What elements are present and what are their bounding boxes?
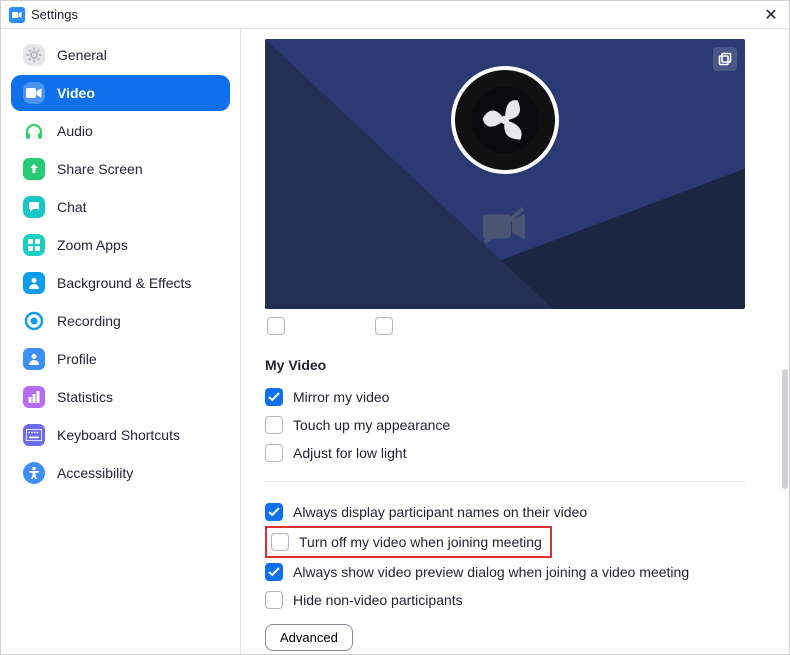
sidebar-item-keyboard-shortcuts[interactable]: Keyboard Shortcuts	[11, 417, 230, 453]
option-preview-dialog[interactable]: Always show video preview dialog when jo…	[265, 558, 761, 586]
option-hide-nonvideo[interactable]: Hide non-video participants	[265, 586, 761, 614]
gear-icon	[23, 44, 45, 66]
option-label: Turn off my video when joining meeting	[299, 534, 542, 550]
checkbox[interactable]	[265, 563, 283, 581]
record-icon	[23, 310, 45, 332]
divider	[265, 481, 745, 482]
sidebar-item-label: Audio	[57, 123, 93, 139]
checkbox[interactable]	[265, 444, 283, 462]
option-label: Hide non-video participants	[293, 592, 463, 608]
sidebar-item-label: Profile	[57, 351, 97, 367]
checkbox[interactable]	[271, 533, 289, 551]
checkbox[interactable]	[265, 416, 283, 434]
sidebar-item-audio[interactable]: Audio	[11, 113, 230, 149]
video-settings-panel: My Video Mirror my video Touch up my app…	[241, 29, 789, 654]
option-label: Always show video preview dialog when jo…	[293, 564, 689, 580]
keyboard-icon	[23, 424, 45, 446]
sidebar-item-label: Zoom Apps	[57, 237, 128, 253]
option-label: Adjust for low light	[293, 445, 407, 461]
option-mirror-video[interactable]: Mirror my video	[265, 383, 761, 411]
sidebar-item-profile[interactable]: Profile	[11, 341, 230, 377]
checkbox[interactable]	[265, 388, 283, 406]
option-turn-off-video[interactable]: Turn off my video when joining meeting	[269, 530, 544, 554]
sidebar-item-label: Statistics	[57, 389, 113, 405]
person-icon	[23, 272, 45, 294]
sidebar-item-statistics[interactable]: Statistics	[11, 379, 230, 415]
sidebar-item-recording[interactable]: Recording	[11, 303, 230, 339]
sidebar-item-video[interactable]: Video	[11, 75, 230, 111]
sidebar-item-label: Recording	[57, 313, 121, 329]
share-icon	[23, 158, 45, 180]
sidebar-item-accessibility[interactable]: Accessibility	[11, 455, 230, 491]
sidebar-item-label: Keyboard Shortcuts	[57, 427, 180, 443]
option-label: Touch up my appearance	[293, 417, 450, 433]
sidebar-item-zoom-apps[interactable]: Zoom Apps	[11, 227, 230, 263]
sidebar-item-background-effects[interactable]: Background & Effects	[11, 265, 230, 301]
zoom-app-icon	[9, 7, 25, 23]
sidebar-item-chat[interactable]: Chat	[11, 189, 230, 225]
accessibility-icon	[23, 462, 45, 484]
apps-icon	[23, 234, 45, 256]
advanced-button[interactable]: Advanced	[265, 624, 353, 651]
checkbox[interactable]	[265, 503, 283, 521]
sidebar-item-label: General	[57, 47, 107, 63]
checkbox[interactable]	[267, 317, 285, 335]
option-touch-up[interactable]: Touch up my appearance	[265, 411, 761, 439]
chat-bubble-icon	[23, 196, 45, 218]
option-label: Mirror my video	[293, 389, 389, 405]
sidebar-item-label: Share Screen	[57, 161, 143, 177]
profile-icon	[23, 348, 45, 370]
camera-icon	[23, 82, 45, 104]
highlighted-option: Turn off my video when joining meeting	[265, 526, 552, 558]
sidebar-item-share-screen[interactable]: Share Screen	[11, 151, 230, 187]
sidebar-item-label: Video	[57, 85, 95, 101]
checkbox[interactable]	[375, 317, 393, 335]
window-title: Settings	[31, 7, 78, 22]
sidebar-item-general[interactable]: General	[11, 37, 230, 73]
checkbox[interactable]	[265, 591, 283, 609]
option-participant-names[interactable]: Always display participant names on thei…	[265, 498, 761, 526]
close-icon[interactable]: ✕	[761, 5, 781, 25]
avatar	[451, 66, 559, 174]
scrollbar[interactable]	[782, 369, 788, 489]
sidebar: General Video Audio Share Screen Chat	[1, 29, 241, 654]
video-preview	[265, 39, 745, 309]
section-title: My Video	[265, 357, 761, 373]
titlebar: Settings ✕	[1, 1, 789, 29]
content: General Video Audio Share Screen Chat	[1, 29, 789, 654]
sidebar-item-label: Chat	[57, 199, 87, 215]
option-low-light[interactable]: Adjust for low light	[265, 439, 761, 467]
cutoff-row	[265, 317, 761, 335]
camera-off-icon	[479, 207, 531, 250]
sidebar-item-label: Accessibility	[57, 465, 133, 481]
headphones-icon	[23, 120, 45, 142]
sidebar-item-label: Background & Effects	[57, 275, 191, 291]
popout-icon[interactable]	[713, 47, 737, 71]
bars-icon	[23, 386, 45, 408]
option-label: Always display participant names on thei…	[293, 504, 587, 520]
